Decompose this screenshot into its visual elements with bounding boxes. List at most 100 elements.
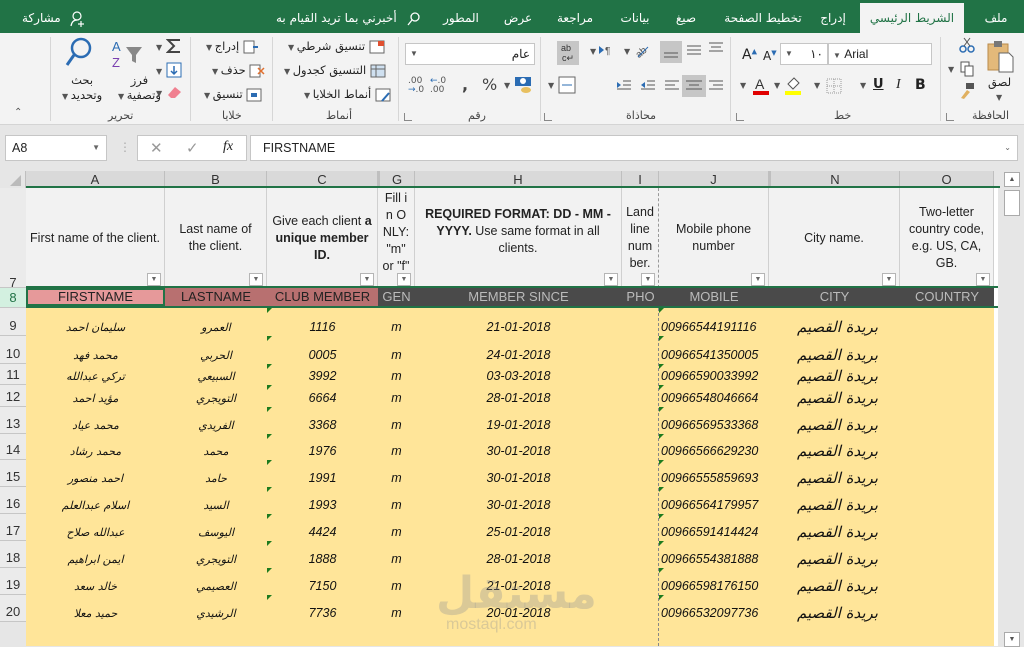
cell-gender[interactable]: m bbox=[378, 525, 415, 539]
cell-id[interactable]: 6664 bbox=[267, 391, 378, 405]
decrease-font-button[interactable]: A▼ bbox=[763, 49, 777, 63]
increase-indent-icon[interactable] bbox=[616, 79, 632, 93]
cell-first[interactable]: اسلام عبدالعلم bbox=[26, 499, 165, 512]
cell-last[interactable]: محمد bbox=[165, 445, 267, 458]
insert-function-button[interactable]: fx bbox=[223, 139, 233, 155]
cell-since[interactable]: 28-01-2018 bbox=[415, 391, 622, 405]
fill-color-dropdown[interactable]: ▼ bbox=[774, 81, 780, 90]
cell-since[interactable]: 30-01-2018 bbox=[415, 471, 622, 485]
cell-first[interactable]: عبدالله صلاح bbox=[26, 526, 165, 539]
text-direction-icon[interactable]: ¶ bbox=[598, 43, 614, 57]
cell-last[interactable]: الحربي bbox=[165, 349, 267, 362]
field-cell-J8[interactable]: MOBILE bbox=[659, 288, 769, 306]
cell-mobile[interactable]: 00966548046664 bbox=[659, 391, 769, 405]
cell-gender[interactable]: m bbox=[378, 391, 415, 405]
font-color-dropdown[interactable]: ▼ bbox=[740, 81, 746, 90]
cell-mobile[interactable]: 00966590033992 bbox=[659, 369, 769, 383]
name-box[interactable]: A8 ▼ bbox=[5, 135, 107, 161]
field-cell-O8[interactable]: COUNTRY bbox=[900, 288, 994, 306]
scroll-up-button[interactable]: ▲ bbox=[1004, 172, 1020, 187]
cell-last[interactable]: السبيعي bbox=[165, 370, 267, 383]
underline-dropdown[interactable]: ▼ bbox=[860, 81, 866, 90]
format-cells-button[interactable]: ▼ تنسيق bbox=[204, 87, 262, 102]
bold-button[interactable]: B bbox=[915, 77, 926, 93]
enter-check-icon[interactable]: ✓ bbox=[186, 139, 199, 157]
tell-me-box[interactable]: أخبرني بما تريد القيام به bbox=[276, 3, 421, 33]
row-header-15[interactable]: 15 bbox=[0, 460, 26, 487]
collapse-ribbon-button[interactable]: ⌃ bbox=[14, 107, 22, 118]
cell-gender[interactable]: m bbox=[378, 552, 415, 566]
copy-dropdown-caret[interactable]: ▼ bbox=[948, 65, 954, 74]
cell-last[interactable]: اليوسف bbox=[165, 526, 267, 539]
row-header-8[interactable]: 8 bbox=[0, 288, 26, 308]
share-button[interactable]: مشاركة bbox=[22, 3, 85, 33]
increase-decimal-button[interactable]: .00 →.0 bbox=[408, 77, 424, 95]
row-header-11[interactable]: 11 bbox=[0, 364, 26, 385]
cell-first[interactable]: احمد منصور bbox=[26, 472, 165, 485]
tab-data[interactable]: بيانات bbox=[610, 3, 660, 33]
autosum-dropdown[interactable]: ▼ bbox=[156, 43, 162, 52]
cell-city[interactable]: بريدة القصيم bbox=[769, 604, 900, 622]
autosum-icon[interactable] bbox=[166, 38, 182, 54]
cell-gender[interactable]: m bbox=[378, 418, 415, 432]
cell-city[interactable]: بريدة القصيم bbox=[769, 416, 900, 434]
clear-icon[interactable] bbox=[166, 85, 182, 99]
cell-mobile[interactable]: 00966554381888 bbox=[659, 552, 769, 566]
filter-dropdown-A[interactable]: ▼ bbox=[147, 273, 161, 286]
cell-city[interactable]: بريدة القصيم bbox=[769, 523, 900, 541]
font-launcher[interactable] bbox=[736, 113, 744, 121]
tab-review[interactable]: مراجعة bbox=[548, 3, 602, 33]
accounting-dropdown[interactable]: ▼ bbox=[504, 81, 510, 90]
filter-dropdown-O[interactable]: ▼ bbox=[976, 273, 990, 286]
cell-first[interactable]: حميد معلا bbox=[26, 607, 165, 620]
cell-since[interactable]: 19-01-2018 bbox=[415, 418, 622, 432]
cell-city[interactable]: بريدة القصيم bbox=[769, 496, 900, 514]
header-cell-I7[interactable]: Landline number. ▼ bbox=[622, 188, 659, 288]
select-all-button[interactable] bbox=[0, 171, 26, 188]
cell-gender[interactable]: m bbox=[378, 498, 415, 512]
expand-formula-bar[interactable]: ⌄ bbox=[1004, 136, 1011, 160]
copy-icon[interactable] bbox=[960, 61, 974, 77]
cell-first[interactable]: محمد رشاد bbox=[26, 445, 165, 458]
number-launcher[interactable] bbox=[404, 113, 412, 121]
merge-center-dropdown[interactable]: ▼ bbox=[548, 81, 554, 90]
row-header-16[interactable]: 16 bbox=[0, 487, 26, 514]
borders-dropdown[interactable]: ▼ bbox=[814, 81, 820, 90]
cell-id[interactable]: 1993 bbox=[267, 498, 378, 512]
align-center-button[interactable] bbox=[682, 75, 706, 97]
vertical-scrollbar[interactable]: ▲ ▼ bbox=[1000, 171, 1024, 647]
clipboard-launcher[interactable] bbox=[946, 113, 954, 121]
cell-gender[interactable]: m bbox=[378, 444, 415, 458]
field-cell-B8[interactable]: LASTNAME bbox=[165, 288, 267, 306]
cell-id[interactable]: 7150 bbox=[267, 579, 378, 593]
cell-last[interactable]: الرشيدي bbox=[165, 607, 267, 620]
cell-id[interactable]: 3992 bbox=[267, 369, 378, 383]
cell-last[interactable]: التويجري bbox=[165, 392, 267, 405]
header-cell-O7[interactable]: Two-letter country code, e.g. US, CA, GB… bbox=[900, 188, 994, 288]
delete-cells-button[interactable]: ▼ حذف bbox=[212, 63, 265, 78]
header-cell-N7[interactable]: City name. ▼ bbox=[769, 188, 900, 288]
align-middle-icon[interactable] bbox=[686, 43, 702, 57]
percent-button[interactable]: % bbox=[482, 75, 497, 94]
sort-filter-button[interactable]: AZ bbox=[110, 37, 144, 74]
filter-dropdown-B[interactable]: ▼ bbox=[249, 273, 263, 286]
cell-city[interactable]: بريدة القصيم bbox=[769, 469, 900, 487]
cell-since[interactable]: 30-01-2018 bbox=[415, 444, 622, 458]
paste-button[interactable] bbox=[986, 39, 1014, 76]
cell-id[interactable]: 1888 bbox=[267, 552, 378, 566]
header-cell-H7[interactable]: REQUIRED FORMAT: DD - MM - YYYY. Use sam… bbox=[415, 188, 622, 288]
row-header-10[interactable]: 10 bbox=[0, 336, 26, 364]
filter-dropdown-H[interactable]: ▼ bbox=[604, 273, 618, 286]
align-left-icon[interactable] bbox=[664, 79, 680, 93]
header-cell-A7[interactable]: First name of the client. ▼ bbox=[26, 188, 165, 288]
tab-file[interactable]: ملف bbox=[978, 3, 1014, 33]
cut-icon[interactable] bbox=[958, 37, 976, 53]
tab-view[interactable]: عرض bbox=[496, 3, 540, 33]
row-header-17[interactable]: 17 bbox=[0, 514, 26, 541]
cell-id[interactable]: 1116 bbox=[267, 320, 378, 334]
cell-first[interactable]: محمد فهد bbox=[26, 349, 165, 362]
tab-home[interactable]: الشريط الرئيسي bbox=[860, 3, 964, 33]
scroll-thumb[interactable] bbox=[1004, 190, 1020, 216]
tab-formulas[interactable]: صيغ bbox=[668, 3, 704, 33]
font-name-combo[interactable]: ▼ Arial bbox=[828, 43, 932, 65]
